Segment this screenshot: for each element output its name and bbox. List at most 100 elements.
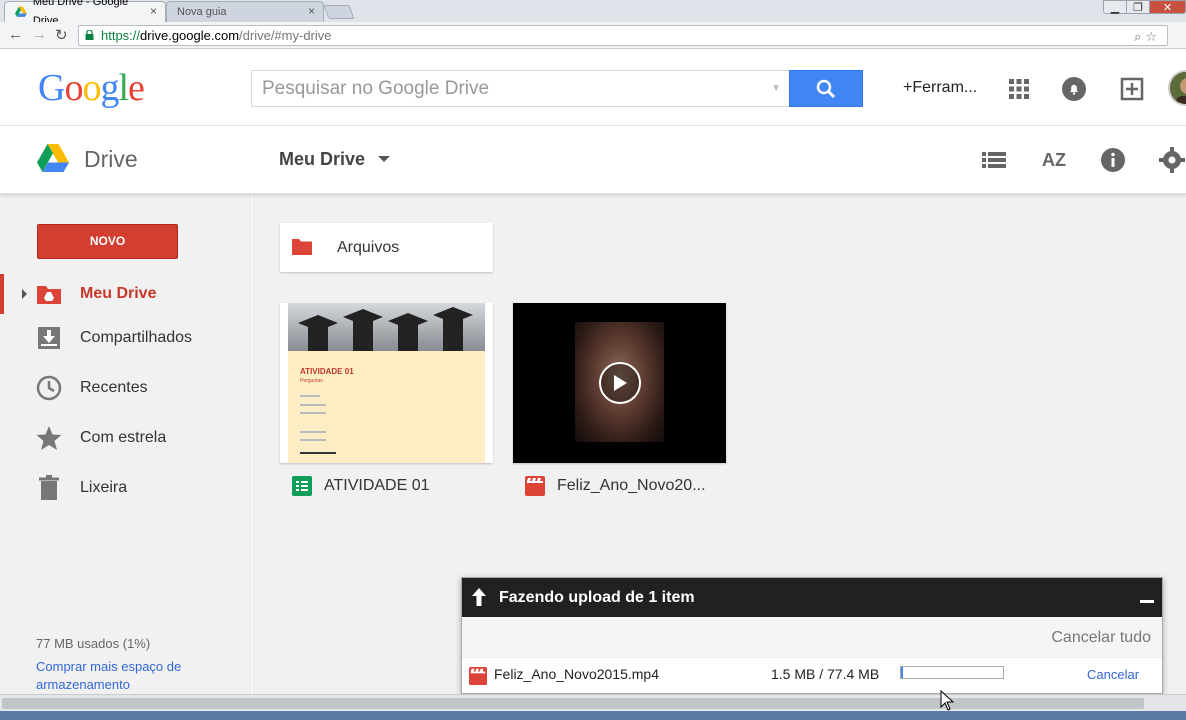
sort-az-icon[interactable]: AZ — [1040, 146, 1068, 174]
search-placeholder: Pesquisar no Google Drive — [262, 78, 490, 99]
zoom-bookmark-icons[interactable]: ⌕☆ — [1134, 27, 1161, 46]
text-line — [300, 412, 326, 414]
notifications-bell-icon[interactable] — [1061, 76, 1087, 102]
file-label: Feliz_Ano_Novo20... — [525, 476, 725, 496]
avatar[interactable] — [1168, 70, 1186, 106]
logo-letter: o — [64, 67, 83, 109]
cancel-upload-button[interactable]: Cancelar — [1087, 667, 1139, 682]
search-input[interactable]: Pesquisar no Google Drive ▼ — [251, 70, 789, 107]
apps-grid-icon[interactable] — [1006, 76, 1032, 102]
drive-favicon-icon — [15, 6, 27, 17]
upload-item-row: Feliz_Ano_Novo2015.mp4 1.5 MB / 77.4 MB … — [462, 657, 1162, 693]
browser-tab-active[interactable]: Meu Drive - Google Drive × — [4, 0, 166, 27]
cancel-all-button[interactable]: Cancelar tudo — [1051, 629, 1151, 647]
nav-label: Recentes — [80, 379, 148, 396]
tab-close-icon[interactable]: × — [308, 2, 315, 21]
document-title: ATIVIDADE 01 — [300, 367, 354, 376]
play-icon[interactable] — [599, 362, 641, 404]
window-maximize-button[interactable]: ❐ — [1126, 0, 1150, 14]
new-button[interactable]: NOVO — [37, 224, 178, 259]
file-thumbnail — [513, 303, 726, 463]
share-add-icon[interactable] — [1119, 76, 1145, 102]
window-close-button[interactable]: ✕ — [1149, 0, 1186, 14]
os-taskbar — [0, 711, 1186, 720]
upload-progress-bar — [900, 666, 1004, 679]
nav-item-starred[interactable]: Com estrela — [0, 418, 251, 458]
upload-arrow-icon — [472, 588, 486, 606]
search-options-caret-icon[interactable]: ▼ — [771, 71, 781, 106]
tab-close-icon[interactable]: × — [150, 2, 157, 21]
window-minimize-button[interactable]: ▁ — [1103, 0, 1127, 14]
settings-gear-icon[interactable] — [1158, 146, 1186, 174]
upload-file-name: Feliz_Ano_Novo2015.mp4 — [494, 666, 659, 682]
file-card-video[interactable]: Feliz_Ano_Novo20... — [513, 303, 726, 503]
nav-label: Compartilhados — [80, 329, 193, 346]
graduation-photo — [288, 303, 485, 351]
lock-icon — [85, 30, 94, 40]
upload-header[interactable]: Fazendo upload de 1 item — [462, 578, 1162, 617]
new-tab-button[interactable] — [323, 5, 355, 19]
tools-link[interactable]: +Ferram... — [903, 79, 977, 97]
file-label: ATIVIDADE 01 — [292, 476, 492, 496]
reload-icon[interactable]: ↻ — [55, 26, 68, 44]
upload-actions: Cancelar tudo — [462, 617, 1162, 657]
list-view-icon[interactable] — [980, 146, 1008, 174]
video-file-icon — [525, 476, 545, 496]
logo-letter: G — [38, 67, 65, 109]
upload-file-size: 1.5 MB / 77.4 MB — [771, 666, 880, 682]
file-thumbnail: ATIVIDADE 01 Perguntas — [280, 303, 493, 463]
video-file-icon — [469, 667, 487, 685]
trash-icon — [36, 475, 62, 501]
tab-title: Nova guia — [177, 5, 227, 18]
shared-icon — [36, 325, 62, 351]
google-logo[interactable]: Google — [38, 66, 145, 110]
browser-tab-new[interactable]: Nova guia × — [166, 1, 324, 22]
nav-item-recent[interactable]: Recentes — [0, 368, 251, 408]
scrollbar-thumb[interactable] — [2, 698, 1144, 709]
browser-toolbar: ← → ↻ https://drive.google.com/drive/#my… — [0, 22, 1186, 49]
upload-title: Fazendo upload de 1 item — [499, 589, 695, 606]
storage-quota: 77 MB usados (1%) — [36, 636, 151, 651]
file-name: ATIVIDADE 01 — [324, 477, 430, 494]
text-line — [300, 404, 326, 406]
text-line — [300, 395, 320, 397]
text-line — [300, 439, 326, 441]
nav-item-trash[interactable]: Lixeira — [0, 468, 251, 508]
minimize-icon[interactable] — [1140, 600, 1154, 603]
star-icon — [36, 425, 62, 451]
file-card-atividade[interactable]: ATIVIDADE 01 Perguntas ATIVIDADE 01 — [280, 303, 493, 503]
browser-tabstrip: Meu Drive - Google Drive × Nova guia × ▁… — [0, 0, 1186, 27]
nav-item-my-drive[interactable]: Meu Drive — [0, 274, 251, 314]
horizontal-scrollbar[interactable] — [0, 694, 1186, 711]
address-bar[interactable]: https://drive.google.com/drive/#my-drive… — [78, 25, 1168, 46]
nav-label: Lixeira — [80, 479, 128, 496]
nav-label: Meu Drive — [80, 285, 157, 302]
breadcrumb-my-drive[interactable]: Meu Drive — [279, 149, 365, 170]
search-button[interactable] — [789, 70, 863, 107]
upload-panel: Fazendo upload de 1 item Cancelar tudo F… — [461, 577, 1163, 694]
breadcrumb-dropdown-icon[interactable] — [378, 156, 390, 162]
search-icon — [816, 79, 836, 98]
url-path: /drive/#my-drive — [239, 28, 332, 43]
logo-letter: g — [100, 67, 119, 109]
text-line — [300, 452, 336, 454]
back-arrow-icon[interactable]: ← — [8, 26, 23, 43]
sheets-icon — [292, 476, 312, 496]
drive-logo-icon[interactable] — [37, 144, 69, 172]
folder-name: Arquivos — [337, 239, 400, 256]
left-nav: NOVO Meu Drive Compartilhados Recentes C… — [0, 194, 251, 694]
file-name: Feliz_Ano_Novo20... — [557, 477, 706, 494]
document-preview: ATIVIDADE 01 Perguntas — [288, 303, 485, 463]
logo-letter: l — [118, 67, 129, 109]
info-icon[interactable] — [1099, 146, 1127, 174]
nav-item-shared[interactable]: Compartilhados — [0, 318, 251, 358]
url-host: drive.google.com — [140, 28, 240, 43]
folder-card[interactable]: Arquivos — [280, 223, 493, 272]
logo-letter: o — [82, 67, 101, 109]
buy-storage-link[interactable]: Comprar mais espaço de armazenamento — [36, 658, 226, 694]
active-indicator — [0, 274, 4, 314]
expand-arrow-icon[interactable] — [22, 289, 27, 299]
drive-title[interactable]: Drive — [84, 146, 138, 173]
text-line — [300, 431, 326, 433]
forward-arrow-icon[interactable]: → — [32, 26, 47, 43]
